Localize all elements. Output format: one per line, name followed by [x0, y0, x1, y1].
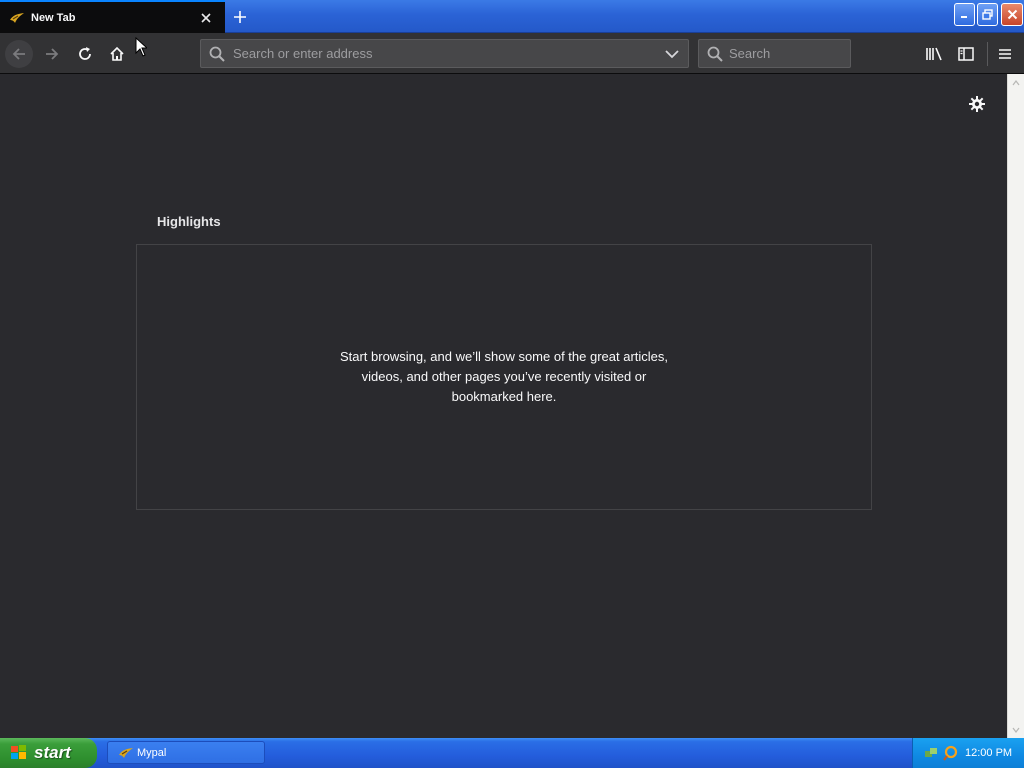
new-tab-page: Highlights Start browsing, and we’ll sho… — [0, 74, 1007, 738]
security-search-icon[interactable] — [943, 745, 959, 761]
search-input[interactable] — [729, 46, 905, 61]
mouse-cursor-icon — [135, 37, 147, 57]
back-button[interactable] — [5, 40, 33, 68]
tab-title: New Tab — [31, 11, 76, 24]
windows-flag-icon — [11, 745, 26, 759]
system-tray: 12:00 PM — [912, 738, 1024, 768]
taskbar-item-label: Mypal — [137, 746, 167, 759]
reload-button[interactable] — [71, 40, 99, 68]
empty-state-message: Start browsing, and we’ll show some of t… — [339, 349, 669, 404]
start-label: start — [34, 743, 71, 762]
search-icon — [209, 46, 227, 62]
menu-icon — [999, 49, 1011, 59]
menu-button[interactable] — [991, 40, 1019, 68]
reload-icon — [79, 47, 91, 60]
library-button[interactable] — [920, 40, 948, 68]
start-button[interactable]: start — [0, 738, 97, 768]
restore-button[interactable] — [977, 3, 998, 26]
new-tab-button[interactable] — [229, 6, 251, 28]
mypal-favicon-icon — [119, 747, 133, 758]
back-arrow-icon — [12, 48, 25, 60]
close-window-button[interactable] — [1001, 3, 1023, 26]
nav-toolbar — [0, 33, 1024, 74]
taskbar: start Mypal 12:00 PM — [0, 738, 1024, 768]
library-icon — [926, 47, 942, 61]
highlights-empty-state: Start browsing, and we’ll show some of t… — [136, 244, 872, 510]
address-input[interactable] — [233, 46, 662, 61]
home-button[interactable] — [103, 40, 131, 68]
chevron-down-icon[interactable] — [662, 49, 682, 59]
vertical-scrollbar[interactable] — [1007, 74, 1024, 738]
tab-new-tab[interactable]: New Tab — [0, 0, 225, 33]
minimize-button[interactable] — [954, 3, 975, 26]
taskbar-item-mypal[interactable]: Mypal — [107, 741, 265, 764]
search-icon — [707, 46, 723, 62]
network-icon[interactable] — [923, 745, 939, 761]
search-bar[interactable] — [698, 39, 905, 68]
forward-button[interactable] — [38, 40, 66, 68]
clock: 12:00 PM — [965, 747, 1013, 759]
sidebar-icon — [958, 47, 974, 61]
home-icon — [110, 46, 124, 61]
scroll-up-icon[interactable] — [1008, 74, 1024, 91]
gear-icon[interactable] — [967, 94, 987, 114]
close-tab-icon[interactable] — [198, 10, 214, 26]
sidebar-button[interactable] — [952, 40, 980, 68]
toolbar-divider — [987, 42, 988, 66]
forward-arrow-icon — [46, 48, 59, 60]
address-bar[interactable] — [200, 39, 689, 68]
scroll-down-icon[interactable] — [1008, 721, 1024, 738]
highlights-heading: Highlights — [157, 214, 221, 229]
mypal-favicon-icon — [9, 10, 25, 26]
title-bar: New Tab — [0, 0, 1024, 33]
